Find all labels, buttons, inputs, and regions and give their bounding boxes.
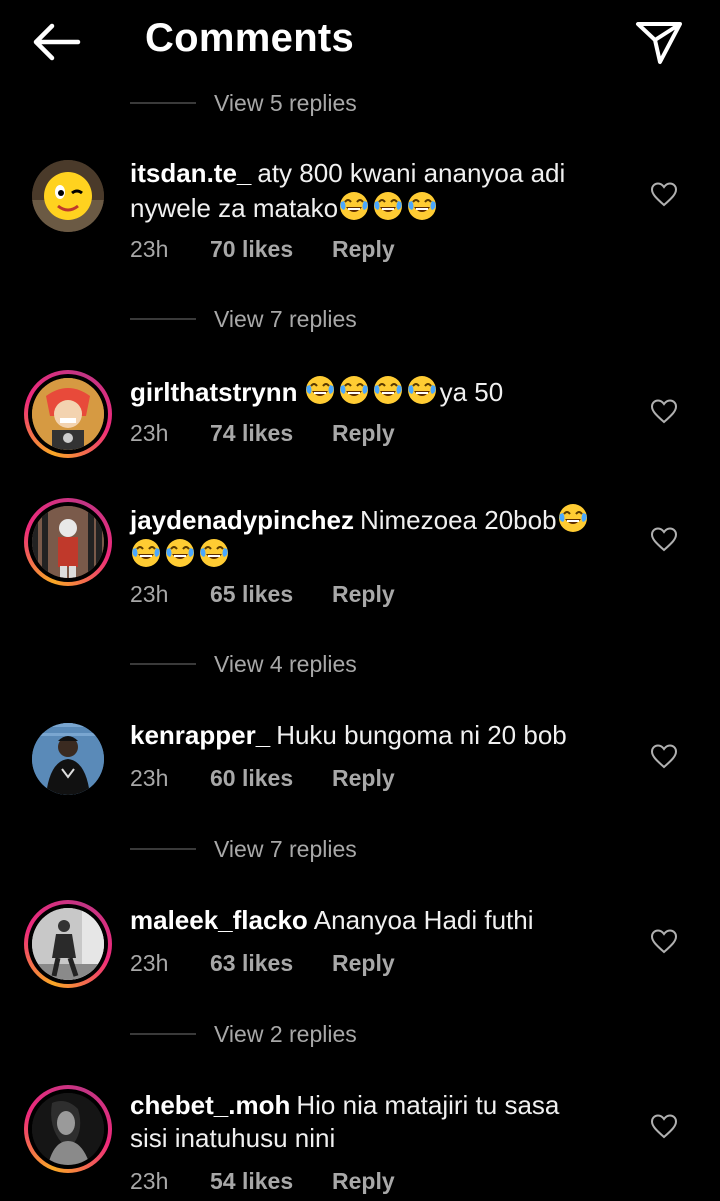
comment-username[interactable]: chebet_.moh: [130, 1090, 290, 1120]
laughing-emoji-icon: [406, 190, 438, 222]
reply-button[interactable]: Reply: [332, 581, 395, 608]
laughing-emoji-icon: [406, 374, 438, 406]
view-replies-label: View 7 replies: [214, 835, 357, 862]
like-heart-icon[interactable]: [650, 743, 678, 769]
comment-meta: 23h 54 likes Reply: [130, 1168, 395, 1195]
like-heart-icon[interactable]: [650, 928, 678, 954]
laughing-emoji-icon: [372, 374, 404, 406]
page-title: Comments: [145, 16, 355, 60]
reply-button[interactable]: Reply: [332, 950, 395, 977]
avatar[interactable]: [24, 370, 112, 458]
avatar[interactable]: [24, 498, 112, 586]
replies-divider: [130, 318, 196, 320]
comment-likes[interactable]: 63 likes: [210, 950, 332, 977]
comment-text: maleek_flacko Ananyoa Hadi futhi: [130, 905, 534, 935]
laughing-emoji-icon: [338, 374, 370, 406]
like-heart-icon[interactable]: [650, 1113, 678, 1139]
laughing-emoji-icon: [164, 537, 196, 569]
view-replies-label: View 5 replies: [214, 89, 357, 116]
comment-meta: 23h 60 likes Reply: [130, 765, 395, 792]
comment-text: itsdan.te_ aty 800 kwani ananyoa adi nywe…: [130, 158, 566, 223]
comment-time: 23h: [130, 1168, 169, 1194]
comment-time: 23h: [130, 581, 169, 607]
comment-meta: 23h 74 likes Reply: [130, 420, 395, 447]
comment-text: chebet_.moh Hio nia matajiri tu sasa sisi…: [130, 1090, 560, 1153]
comment-text: girlthatstrynn ya 50: [130, 374, 630, 409]
paper-plane-icon[interactable]: [634, 18, 684, 66]
comment-meta: 23h 65 likes Reply: [130, 581, 395, 608]
arrow-left-icon[interactable]: [30, 20, 82, 64]
laughing-emoji-icon: [338, 190, 370, 222]
avatar[interactable]: [24, 1085, 112, 1173]
comment-time: 23h: [130, 420, 169, 446]
replies-divider: [130, 848, 196, 850]
like-heart-icon[interactable]: [650, 398, 678, 424]
comment-time: 23h: [130, 236, 169, 262]
comments-feed[interactable]: View 5 replies itsdan.te_ aty 800 kwani a…: [0, 0, 720, 1201]
view-replies-button[interactable]: View 7 replies: [130, 302, 357, 336]
laughing-emoji-icon: [372, 190, 404, 222]
replies-divider: [130, 102, 196, 104]
laughing-emoji-icon: [198, 537, 230, 569]
reply-button[interactable]: Reply: [332, 765, 395, 792]
comment-username[interactable]: maleek_flacko: [130, 905, 308, 935]
reply-button[interactable]: Reply: [332, 420, 395, 447]
reply-button[interactable]: Reply: [332, 236, 395, 263]
comment-meta: 23h 70 likes Reply: [130, 236, 395, 263]
comment-meta: 23h 63 likes Reply: [130, 950, 395, 977]
comment-username[interactable]: itsdan.te_: [130, 158, 251, 188]
replies-divider: [130, 663, 196, 665]
like-heart-icon[interactable]: [650, 181, 678, 207]
laughing-emoji-icon: [557, 502, 589, 534]
comment-username[interactable]: jaydenadypinchez: [130, 505, 354, 535]
comment-likes[interactable]: 65 likes: [210, 581, 332, 608]
comment-likes[interactable]: 54 likes: [210, 1168, 332, 1195]
view-replies-button[interactable]: View 2 replies: [130, 1017, 357, 1051]
comment-time: 23h: [130, 765, 169, 791]
avatar[interactable]: [24, 152, 112, 240]
view-replies-label: View 2 replies: [214, 1020, 357, 1047]
comment-username[interactable]: kenrapper_: [130, 720, 270, 750]
comment-likes[interactable]: 60 likes: [210, 765, 332, 792]
comment-text: jaydenadypinchez Nimezoea 20bob: [130, 502, 630, 572]
view-replies-button[interactable]: View 4 replies: [130, 647, 357, 681]
view-replies-button[interactable]: View 5 replies: [130, 86, 357, 120]
top-bar: Comments: [0, 0, 720, 84]
view-replies-label: View 4 replies: [214, 650, 357, 677]
like-heart-icon[interactable]: [650, 526, 678, 552]
comment-time: 23h: [130, 950, 169, 976]
avatar[interactable]: [24, 900, 112, 988]
laughing-emoji-icon: [304, 374, 336, 406]
avatar[interactable]: [24, 715, 112, 803]
comment-text: kenrapper_ Huku bungoma ni 20 bob: [130, 720, 567, 750]
comment-likes[interactable]: 74 likes: [210, 420, 332, 447]
view-replies-button[interactable]: View 7 replies: [130, 832, 357, 866]
laughing-emoji-icon: [130, 537, 162, 569]
view-replies-label: View 7 replies: [214, 305, 357, 332]
replies-divider: [130, 1033, 196, 1035]
reply-button[interactable]: Reply: [332, 1168, 395, 1195]
comment-username[interactable]: girlthatstrynn: [130, 377, 298, 407]
comment-likes[interactable]: 70 likes: [210, 236, 332, 263]
